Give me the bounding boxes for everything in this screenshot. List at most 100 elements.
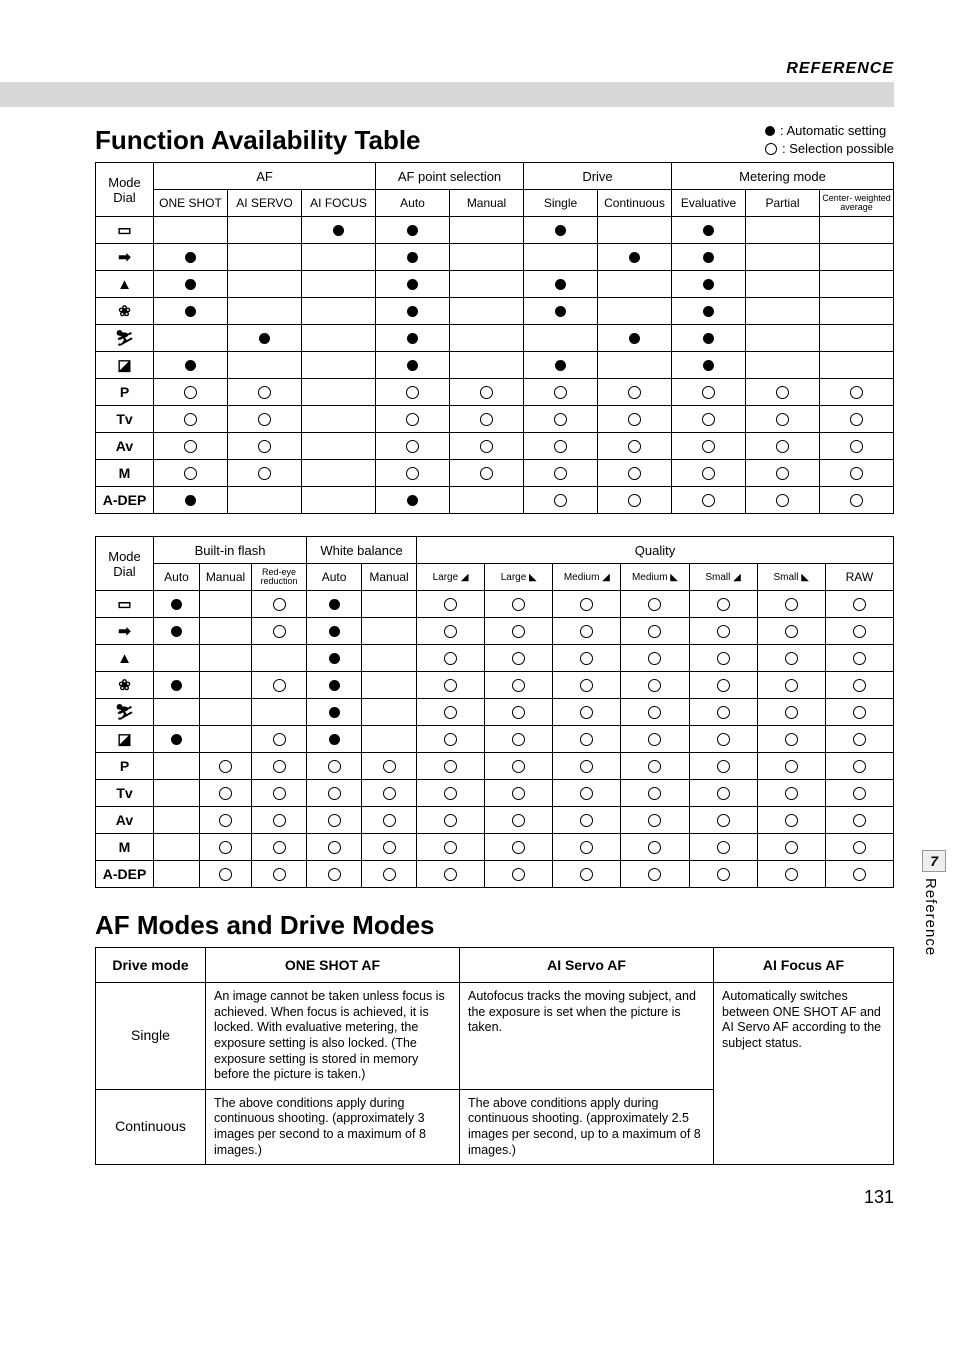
value-cell [302, 244, 376, 271]
group-afp: AF point selection [376, 163, 524, 190]
value-cell [825, 807, 893, 834]
value-cell [307, 807, 362, 834]
value-cell [376, 271, 450, 298]
value-cell [689, 861, 757, 888]
value-cell [689, 591, 757, 618]
value-cell [757, 618, 825, 645]
value-cell [553, 753, 621, 780]
value-cell [417, 618, 485, 645]
value-cell [485, 618, 553, 645]
value-cell [485, 726, 553, 753]
value-cell [154, 487, 228, 514]
value-cell [672, 487, 746, 514]
value-cell [524, 352, 598, 379]
value-cell [825, 645, 893, 672]
value-cell [376, 298, 450, 325]
value-cell [228, 406, 302, 433]
value-cell [820, 406, 894, 433]
value-cell [524, 244, 598, 271]
value-cell [621, 672, 689, 699]
mode-cell: A-DEP [96, 861, 154, 888]
table-row: ❀ [96, 672, 894, 699]
col-single: Single [524, 190, 598, 217]
value-cell [820, 244, 894, 271]
value-cell [228, 217, 302, 244]
value-cell [825, 861, 893, 888]
value-cell [825, 591, 893, 618]
value-cell [553, 618, 621, 645]
value-cell [553, 807, 621, 834]
value-cell [228, 379, 302, 406]
col-ln: Large ◣ [485, 564, 553, 591]
value-cell [154, 433, 228, 460]
value-cell [672, 244, 746, 271]
value-cell [362, 834, 417, 861]
value-cell [252, 726, 307, 753]
side-tab: 7 Reference [922, 850, 946, 956]
value-cell [200, 672, 252, 699]
value-cell [598, 271, 672, 298]
value-cell [757, 807, 825, 834]
value-cell [598, 352, 672, 379]
value-cell [154, 672, 200, 699]
value-cell [621, 699, 689, 726]
value-cell [621, 834, 689, 861]
mode-cell: M [96, 834, 154, 861]
value-cell [524, 271, 598, 298]
value-cell [820, 433, 894, 460]
value-cell [154, 217, 228, 244]
value-cell [154, 352, 228, 379]
value-cell [307, 645, 362, 672]
value-cell [820, 271, 894, 298]
page-title-2: AF Modes and Drive Modes [95, 910, 894, 941]
value-cell [672, 460, 746, 487]
value-cell [825, 726, 893, 753]
value-cell [689, 834, 757, 861]
value-cell [757, 672, 825, 699]
value-cell [621, 861, 689, 888]
value-cell [302, 433, 376, 460]
value-cell [672, 352, 746, 379]
value-cell [672, 217, 746, 244]
value-cell [485, 699, 553, 726]
value-cell [252, 753, 307, 780]
value-cell [598, 244, 672, 271]
table-row: ◪ [96, 352, 894, 379]
value-cell [154, 780, 200, 807]
value-cell [524, 325, 598, 352]
value-cell [825, 672, 893, 699]
value-cell [450, 325, 524, 352]
value-cell [746, 271, 820, 298]
value-cell [598, 406, 672, 433]
value-cell [200, 726, 252, 753]
col-partial: Partial [746, 190, 820, 217]
value-cell [621, 807, 689, 834]
value-cell [825, 834, 893, 861]
value-cell [154, 861, 200, 888]
value-cell [302, 217, 376, 244]
mode-cell: A-DEP [96, 487, 154, 514]
col-aiservo: AI SERVO [228, 190, 302, 217]
value-cell [820, 379, 894, 406]
col-auto: Auto [376, 190, 450, 217]
col-cwa: Center- weighted average [820, 190, 894, 217]
page-number: 131 [95, 1187, 894, 1208]
cell-cont-one: The above conditions apply during contin… [206, 1089, 460, 1165]
value-cell [621, 618, 689, 645]
value-cell [757, 753, 825, 780]
value-cell [553, 780, 621, 807]
value-cell [228, 433, 302, 460]
value-cell [307, 591, 362, 618]
value-cell [200, 861, 252, 888]
value-cell [553, 834, 621, 861]
row-single: Single [96, 983, 206, 1090]
value-cell [757, 834, 825, 861]
value-cell [376, 460, 450, 487]
value-cell [553, 591, 621, 618]
value-cell [362, 672, 417, 699]
mode-cell: Av [96, 807, 154, 834]
table-row: Av [96, 433, 894, 460]
value-cell [154, 244, 228, 271]
col-aifocus-af: AI Focus AF [714, 948, 894, 983]
mode-cell: ❀ [96, 672, 154, 699]
